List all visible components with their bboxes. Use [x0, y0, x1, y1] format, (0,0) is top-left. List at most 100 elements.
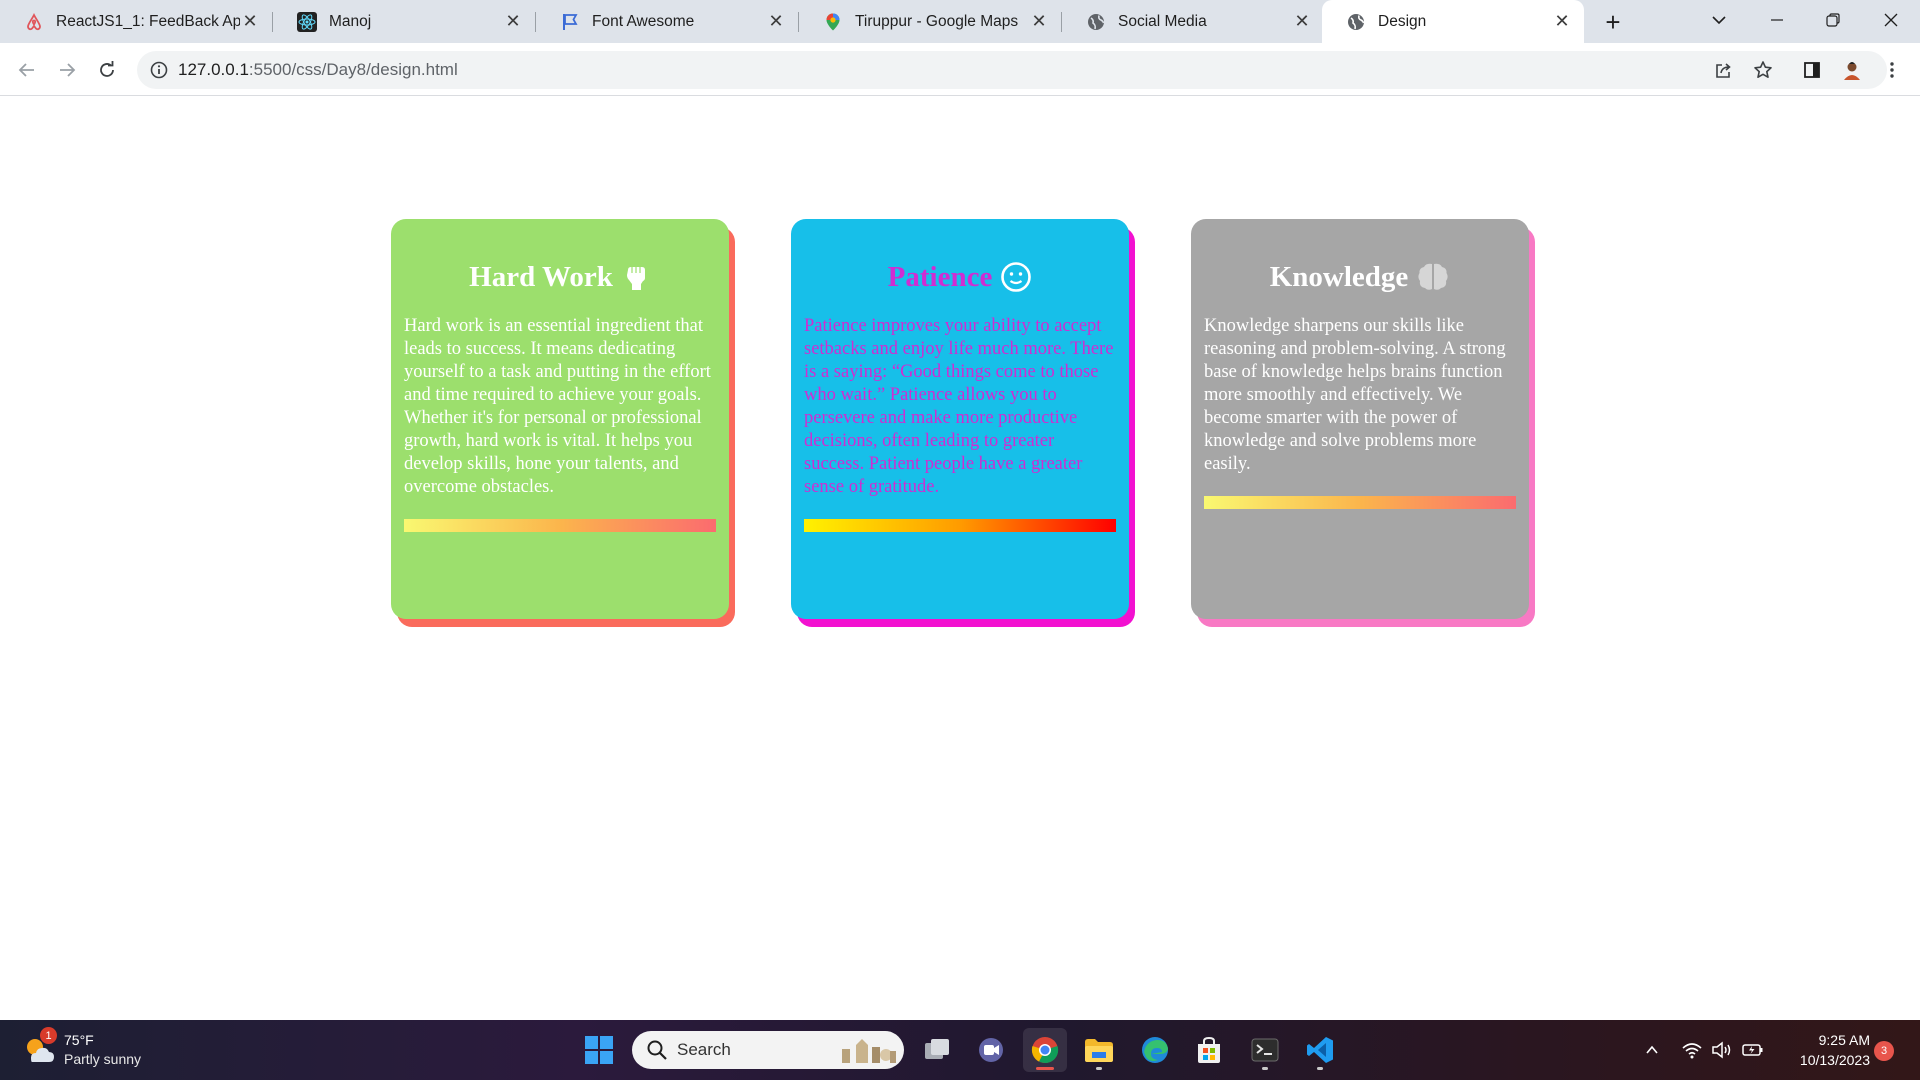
tab-manoj[interactable]: Manoj ✕ — [273, 0, 535, 43]
running-indicator — [1262, 1067, 1268, 1070]
restore-button[interactable] — [1808, 0, 1858, 40]
clock[interactable]: 9:25 AM 10/13/2023 — [1770, 1030, 1870, 1070]
card-description: Knowledge sharpens our skills like reaso… — [1204, 316, 1506, 474]
close-icon[interactable]: ✕ — [503, 11, 523, 32]
more-vertical-icon — [1890, 62, 1894, 78]
restore-icon — [1826, 13, 1840, 27]
star-icon — [1754, 61, 1772, 78]
microsoft-store-button[interactable] — [1187, 1028, 1231, 1072]
card-title: Hard Work — [404, 257, 716, 297]
browser-toolbar: 127.0.0.1:5500/css/Day8/design.html — [0, 43, 1920, 96]
edge-icon — [1142, 1037, 1168, 1063]
arrow-right-icon — [60, 63, 76, 77]
terminal-button[interactable] — [1243, 1028, 1287, 1072]
flag-icon — [560, 12, 580, 32]
wifi-icon — [1682, 1043, 1702, 1059]
volume-button[interactable] — [1710, 1038, 1734, 1062]
tab-font-awesome[interactable]: Font Awesome ✕ — [536, 0, 798, 43]
search-icon — [647, 1040, 667, 1060]
gradient-bar — [404, 519, 716, 532]
url-host: 127.0.0.1 — [178, 60, 249, 79]
search-highlight-icon — [842, 1039, 896, 1063]
tab-label: Font Awesome — [592, 12, 695, 30]
fist-icon — [621, 262, 651, 292]
tab-label: Tiruppur - Google Maps — [855, 12, 1019, 30]
search-label: Search — [677, 1040, 731, 1059]
maps-pin-icon — [823, 12, 843, 32]
new-tab-button[interactable]: + — [1598, 7, 1628, 37]
close-icon[interactable]: ✕ — [1292, 11, 1312, 32]
weather-badge: 1 — [40, 1027, 57, 1044]
weather-condition: Partly sunny — [64, 1051, 142, 1067]
gradient-bar — [1204, 496, 1516, 509]
airbnb-icon — [24, 12, 44, 32]
close-icon — [1884, 13, 1898, 27]
forward-button[interactable] — [51, 54, 83, 86]
chrome-taskbar-button[interactable] — [1023, 1028, 1067, 1072]
tab-design[interactable]: Design ✕ — [1322, 0, 1584, 43]
running-indicator — [1317, 1067, 1323, 1070]
tab-google-maps[interactable]: Tiruppur - Google Maps ✕ — [799, 0, 1061, 43]
tab-search-button[interactable] — [1694, 0, 1744, 40]
browser-menu-button[interactable] — [1876, 54, 1908, 86]
tab-feedback-app[interactable]: ReactJS1_1: FeedBack App ✕ — [0, 0, 272, 43]
vscode-button[interactable] — [1298, 1028, 1342, 1072]
reload-button[interactable] — [91, 54, 123, 86]
url-text[interactable]: 127.0.0.1:5500/css/Day8/design.html — [178, 60, 458, 80]
start-button[interactable] — [577, 1028, 621, 1072]
card-knowledge: Knowledge Knowledge sharpens our skills … — [1191, 219, 1529, 619]
smile-icon — [1000, 261, 1032, 293]
battery-button[interactable] — [1740, 1038, 1766, 1062]
tab-label: Manoj — [329, 12, 372, 30]
notification-badge[interactable]: 3 — [1874, 1041, 1894, 1061]
battery-icon — [1742, 1044, 1763, 1056]
card-description: Hard work is an essential ingredient tha… — [404, 316, 711, 497]
teams-chat-button[interactable] — [969, 1028, 1013, 1072]
site-info-icon[interactable] — [149, 60, 169, 80]
url-path: :5500/css/Day8/design.html — [248, 60, 458, 79]
globe-icon — [1346, 12, 1366, 32]
card-title-text: Knowledge — [1269, 260, 1409, 293]
show-hidden-icons-button[interactable] — [1642, 1038, 1662, 1062]
wifi-button[interactable] — [1680, 1038, 1704, 1062]
vscode-icon — [1307, 1037, 1333, 1063]
share-icon — [1716, 63, 1731, 78]
tab-social-media[interactable]: Social Media ✕ — [1062, 0, 1324, 43]
close-icon[interactable]: ✕ — [1029, 11, 1049, 32]
side-panel-icon — [1804, 62, 1820, 78]
chevron-up-icon — [1646, 1045, 1658, 1054]
bookmark-button[interactable] — [1747, 54, 1779, 86]
taskbar-search[interactable]: Search — [632, 1031, 904, 1069]
file-explorer-button[interactable] — [1077, 1028, 1121, 1072]
close-icon[interactable]: ✕ — [240, 11, 260, 32]
card-title-text: Hard Work — [469, 260, 613, 293]
address-bar[interactable]: 127.0.0.1:5500/css/Day8/design.html — [137, 51, 1887, 89]
profile-button[interactable] — [1836, 54, 1868, 86]
brain-icon — [1416, 261, 1450, 293]
weather-widget[interactable]: 1 75°F Partly sunny — [22, 1027, 162, 1072]
side-panel-button[interactable] — [1796, 54, 1828, 86]
card-patience: Patience Patience improves your ability … — [791, 219, 1129, 619]
back-button[interactable] — [11, 54, 43, 86]
reload-icon — [100, 61, 114, 77]
close-icon[interactable]: ✕ — [1552, 11, 1572, 32]
arrow-left-icon — [18, 63, 34, 77]
tab-label: Design — [1378, 12, 1427, 30]
react-icon — [297, 11, 317, 32]
tab-label: Social Media — [1118, 12, 1207, 30]
globe-icon — [1086, 12, 1106, 32]
windows-logo-icon — [585, 1036, 613, 1064]
card-title-text: Patience — [887, 260, 993, 293]
running-indicator — [1096, 1067, 1102, 1070]
terminal-icon — [1251, 1038, 1279, 1062]
minimize-button[interactable] — [1752, 0, 1802, 40]
card-hard-work: Hard Work Hard work is an essential ingr… — [391, 219, 729, 619]
share-button[interactable] — [1707, 54, 1739, 86]
close-icon[interactable]: ✕ — [766, 11, 786, 32]
clock-time: 9:25 AM — [1818, 1032, 1870, 1048]
task-view-button[interactable] — [915, 1028, 959, 1072]
card-description: Patience improves your ability to accept… — [804, 316, 1114, 497]
minimize-icon — [1771, 19, 1783, 21]
close-window-button[interactable] — [1866, 0, 1916, 40]
edge-button[interactable] — [1133, 1028, 1177, 1072]
